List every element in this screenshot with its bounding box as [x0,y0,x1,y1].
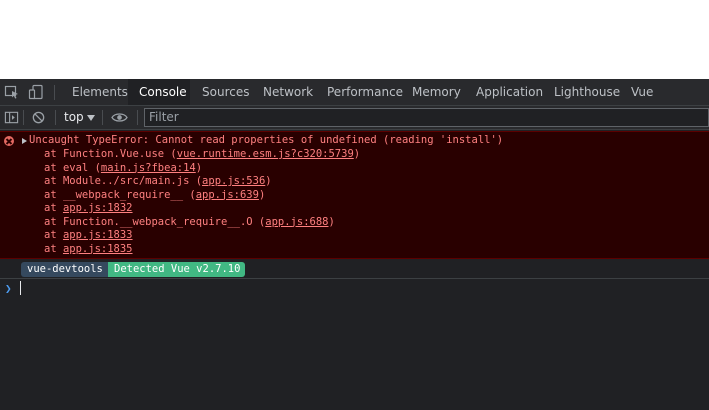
error-message: Uncaught TypeError: Cannot read properti… [0,131,709,259]
stack-frame-text: at Function.__webpack_require__.O ( [44,215,266,228]
source-link[interactable]: vue.runtime.esm.js?c320:5739 [177,148,354,160]
stack-frame: at __webpack_require__ (app.js:639) [44,189,265,202]
stack-frame-text: ) [265,175,272,187]
source-link[interactable]: app.js:688 [265,216,328,228]
stack-frame: at eval (main.js?fbea:14) [44,162,202,175]
toolbar-divider [23,110,24,125]
console-prompt-icon: ❯ [5,282,12,295]
clear-console-icon[interactable] [31,110,46,125]
execution-context-select[interactable]: top [64,106,84,129]
tab-performance[interactable]: Performance [316,79,414,105]
toolbar-divider [55,110,56,125]
source-link[interactable]: app.js:1835 [63,243,133,255]
devtools-panel: Elements Console Sources Network Perform… [0,79,709,410]
stack-frame-text: ) [353,148,361,160]
console-divider [0,278,709,279]
stack-frame-text: at Module../src/main.js ( [44,175,203,187]
vue-version-badge: Detected Vue v2.7.10 [108,262,245,277]
stack-frame-text: at [44,229,63,241]
stack-frame: at Function.__webpack_require__.O (app.j… [44,216,335,229]
device-toolbar-icon[interactable] [28,84,44,100]
stack-frame: at app.js:1833 [44,229,133,242]
source-link[interactable]: app.js:536 [202,175,265,187]
stack-frame: at app.js:1832 [44,202,133,215]
stack-frame-text: ) [258,188,266,201]
source-link[interactable]: main.js?fbea:14 [101,162,196,174]
toolbar-divider [102,110,103,125]
stack-frame-text: ) [195,161,203,174]
chevron-down-icon [87,115,95,121]
error-text: Uncaught TypeError: Cannot read properti… [29,134,504,146]
tab-memory[interactable]: Memory [401,79,472,105]
inspected-page-area [0,0,709,79]
stack-frame: at Module../src/main.js (app.js:536) [44,175,272,188]
tab-application[interactable]: Application [465,79,554,105]
source-link[interactable]: app.js:1832 [63,202,133,214]
stack-frame-text: ) [328,215,335,228]
expand-triangle-icon[interactable] [22,138,27,144]
error-icon [4,136,14,146]
stack-frame-text: at [44,242,63,255]
devtools-tabbar: Elements Console Sources Network Perform… [0,79,709,106]
toolbar-divider [54,85,55,100]
console-input-caret[interactable] [20,281,21,295]
console-toolbar: top Filter [0,106,709,130]
vue-devtools-badge: vue-devtools [21,262,108,277]
live-expression-eye-icon[interactable] [111,110,128,125]
stack-frame-text: at Function.Vue.use ( [44,148,177,160]
filter-input[interactable]: Filter [144,108,709,127]
source-link[interactable]: app.js:639 [196,189,259,201]
tab-vue[interactable]: Vue [620,79,664,105]
inspect-element-icon[interactable] [4,84,20,100]
stack-frame: at Function.Vue.use (vue.runtime.esm.js?… [44,148,360,161]
stack-frame: at app.js:1835 [44,243,133,256]
toolbar-divider [137,110,138,125]
source-link[interactable]: app.js:1833 [63,229,133,241]
sidebar-toggle-icon[interactable] [4,110,19,125]
tab-network[interactable]: Network [252,79,324,105]
tab-lighthouse[interactable]: Lighthouse [543,79,631,105]
stack-frame-text: at __webpack_require__ ( [44,188,196,201]
tab-console[interactable]: Console [128,79,190,105]
stack-frame-text: at eval ( [44,161,101,174]
tab-sources[interactable]: Sources [191,79,260,105]
stack-frame-text: at [44,202,63,214]
